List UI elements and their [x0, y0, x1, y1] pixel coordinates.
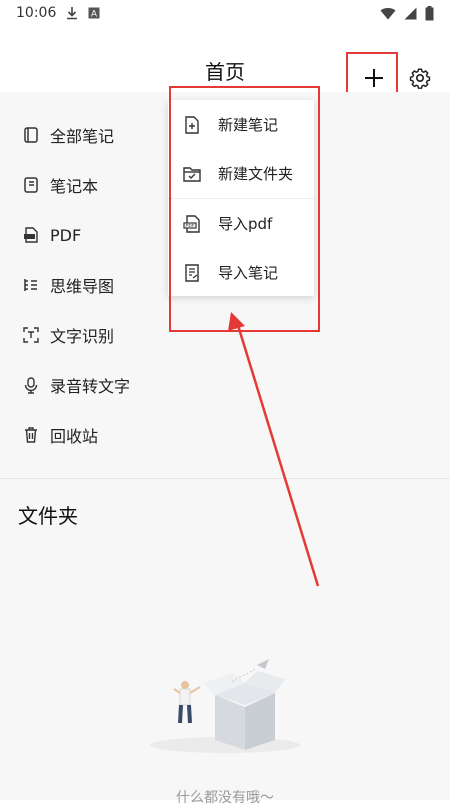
nav-item-label: 笔记本: [50, 177, 99, 196]
pdf-icon: [22, 226, 40, 244]
import-pdf-icon: PDF: [182, 214, 202, 234]
menu-item-import-pdf[interactable]: PDF 导入pdf: [168, 199, 314, 248]
empty-state-illustration: [150, 659, 300, 753]
nav-item-label: PDF: [50, 225, 82, 245]
mindmap-icon: [22, 276, 40, 294]
trash-icon: [22, 426, 40, 444]
settings-button[interactable]: [406, 64, 434, 92]
menu-item-label: 导入笔记: [218, 264, 279, 282]
add-button[interactable]: [360, 64, 388, 92]
add-dropdown-menu: 新建笔记 新建文件夹 PDF 导入pdf 导入笔记: [168, 100, 314, 296]
nav-item-text-recognition[interactable]: 文字识别: [0, 310, 450, 360]
battery-icon: [425, 5, 434, 21]
microphone-icon: [22, 376, 40, 394]
download-icon: [66, 6, 78, 20]
scan-text-icon: [22, 326, 40, 344]
plus-icon: [365, 69, 383, 87]
wifi-icon: [380, 7, 396, 20]
nav-item-label: 回收站: [50, 427, 99, 446]
menu-item-new-note[interactable]: 新建笔记: [168, 100, 314, 149]
folders-title: 文件夹: [18, 504, 78, 528]
section-divider: [0, 478, 450, 479]
svg-text:PDF: PDF: [186, 223, 195, 228]
notebook-icon: [22, 176, 40, 194]
menu-item-label: 新建笔记: [218, 116, 279, 134]
all-notes-icon: [22, 126, 40, 144]
nav-item-label: 全部笔记: [50, 127, 115, 146]
nav-item-voice-to-text[interactable]: 录音转文字: [0, 360, 450, 410]
nav-item-label: 文字识别: [50, 327, 115, 346]
menu-item-new-folder[interactable]: 新建文件夹: [168, 149, 314, 198]
new-folder-icon: [182, 164, 202, 184]
new-note-icon: [182, 115, 202, 135]
menu-item-import-note[interactable]: 导入笔记: [168, 248, 314, 297]
status-time: 10:06: [16, 5, 57, 21]
menu-item-label: 导入pdf: [218, 215, 273, 233]
empty-state-text: 什么都没有哦～: [176, 790, 274, 806]
nav-item-label: 录音转文字: [50, 377, 131, 396]
status-bar: 10:06 A: [0, 0, 450, 26]
import-note-icon: [182, 263, 202, 283]
gear-icon: [409, 68, 431, 89]
signal-icon: [404, 7, 417, 20]
svg-text:A: A: [91, 9, 97, 19]
nav-item-recycle-bin[interactable]: 回收站: [0, 410, 450, 460]
nav-item-label: 思维导图: [50, 277, 115, 296]
menu-item-label: 新建文件夹: [218, 165, 294, 183]
app-a-icon: A: [88, 7, 100, 19]
